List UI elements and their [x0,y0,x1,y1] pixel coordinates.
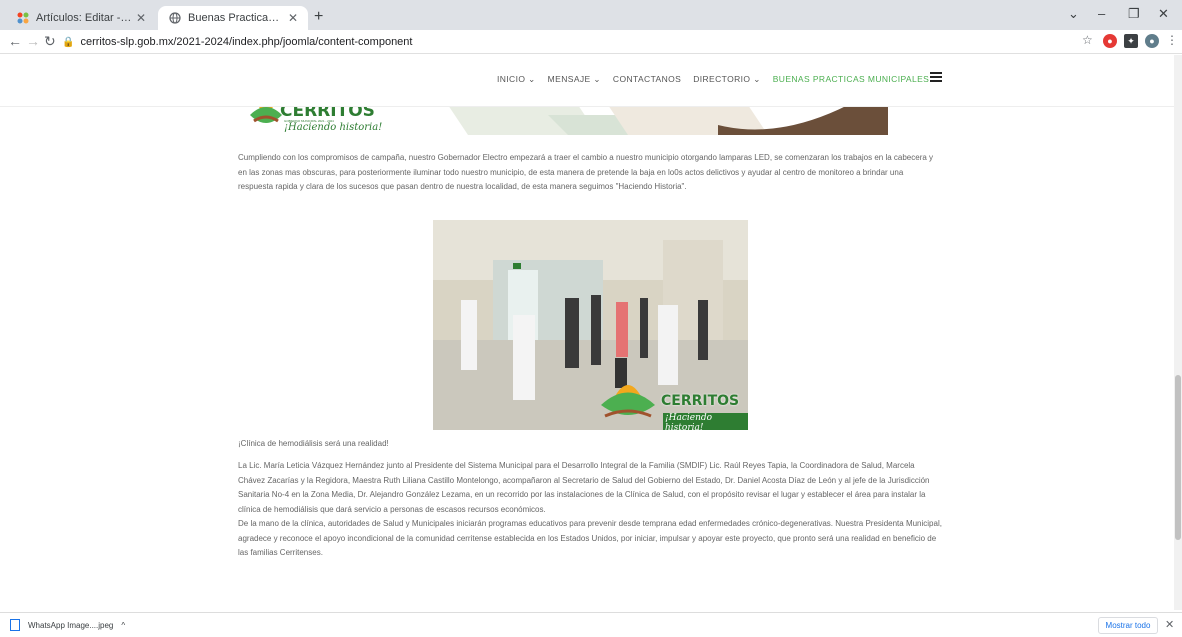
page-scrollbar[interactable] [1174,55,1182,610]
profile-avatar-icon[interactable]: ● [1145,34,1159,48]
menu-item-inicio[interactable]: INICIO ⌄ [497,74,536,85]
tab-title: Buenas Practicas Municipales [188,12,284,24]
photo-logo-name: CERRITOS [661,393,740,409]
article-body-2: De la mano de la clínica, autoridades de… [238,519,942,557]
download-item[interactable]: WhatsApp Image....jpeg ^ [10,619,125,631]
adblock-extension-icon[interactable]: ● [1103,34,1117,48]
tab-strip: Artículos: Editar - H. Ayuntamien ✕ Buen… [0,0,1182,30]
url-text: cerritos-slp.gob.mx/2021-2024/index.php/… [80,36,413,48]
tab-articulos[interactable]: Artículos: Editar - H. Ayuntamien ✕ [6,6,156,30]
article-caption: ¡Clínica de hemodiálisis será una realid… [238,439,389,448]
web-page: INICIO ⌄ MENSAJE ⌄ CONTACTANOS DIRECTORI… [0,55,1174,610]
menu-item-contactanos[interactable]: CONTACTANOS [613,74,681,85]
minimize-button[interactable]: – [1098,6,1105,21]
show-all-button[interactable]: Mostrar todo [1098,617,1158,634]
menu-item-mensaje[interactable]: MENSAJE ⌄ [548,74,601,85]
window-close-button[interactable]: ✕ [1158,6,1169,22]
back-arrow-icon[interactable]: ← [8,33,22,49]
reload-icon[interactable]: ↻ [44,33,56,50]
downloads-bar: WhatsApp Image....jpeg ^ Mostrar todo ✕ [0,612,1182,637]
close-icon[interactable]: ✕ [288,11,298,25]
chevron-up-icon[interactable]: ^ [121,621,125,630]
hamburger-menu-icon[interactable] [930,72,942,82]
lock-icon: 🔒 [62,36,75,48]
article-intro: Cumpliendo con los compromisos de campañ… [238,153,934,191]
logo-slogan: ¡Haciendo historia! [284,122,383,133]
download-filename: WhatsApp Image....jpeg [28,620,114,630]
scrollbar-thumb[interactable] [1175,375,1181,540]
new-tab-button[interactable]: + [314,8,323,26]
globe-icon [168,11,182,25]
forward-arrow-icon[interactable]: → [26,33,40,49]
main-menu: INICIO ⌄ MENSAJE ⌄ CONTACTANOS DIRECTORI… [497,74,940,85]
tab-buenas-practicas[interactable]: Buenas Practicas Municipales ✕ [158,6,308,30]
menu-item-directorio[interactable]: DIRECTORIO ⌄ [693,74,761,85]
image-file-icon [10,619,20,631]
browser-toolbar: ← → ↻ 🔒 cerritos-slp.gob.mx/2021-2024/in… [0,30,1182,54]
puzzle-extension-icon[interactable]: ✦ [1124,34,1138,48]
article-photo: CERRITOS ¡Haciendo historia! [433,220,748,430]
restore-button[interactable]: ❐ [1128,6,1140,22]
address-bar[interactable]: 🔒 cerritos-slp.gob.mx/2021-2024/index.ph… [62,32,1072,52]
site-navigation: INICIO ⌄ MENSAJE ⌄ CONTACTANOS DIRECTORI… [0,55,1174,107]
menu-kebab-icon[interactable]: ⋮ [1166,33,1178,47]
article-body-1: La Lic. María Leticia Vázquez Hernández … [238,461,930,514]
joomla-icon [16,11,30,25]
close-icon[interactable]: ✕ [136,11,146,25]
bookmark-star-icon[interactable]: ☆ [1082,33,1093,47]
tab-title: Artículos: Editar - H. Ayuntamien [36,12,132,24]
menu-item-buenas-practicas[interactable]: BUENAS PRACTICAS MUNICIPALES ⌄ [773,74,940,85]
tab-search-icon[interactable]: ⌄ [1068,6,1079,22]
close-icon[interactable]: ✕ [1165,618,1174,631]
photo-logo-slogan: ¡Haciendo historia! [663,413,748,430]
